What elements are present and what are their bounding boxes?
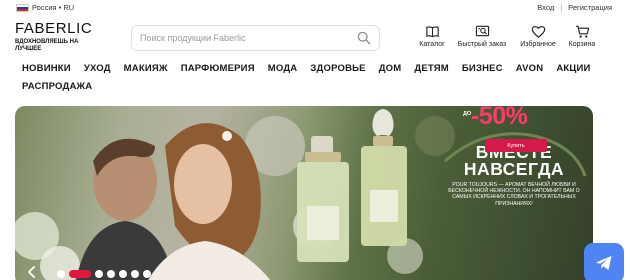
slider-dot[interactable]	[95, 270, 103, 278]
register-link[interactable]: Регистрация	[568, 3, 612, 12]
catalog-button[interactable]: Каталог	[415, 24, 449, 48]
quick-order-label: Быстрый заказ	[457, 41, 507, 48]
telegram-icon	[596, 256, 612, 270]
telegram-button[interactable]	[584, 243, 624, 280]
favorites-label: Избранное	[520, 41, 556, 48]
russia-flag-icon	[16, 3, 29, 12]
nav-row-1: НОВИНКИ УХОД МАКИЯЖ ПАРФЮМЕРИЯ МОДА ЗДОР…	[22, 61, 602, 75]
nav-item-zdorove[interactable]: ЗДОРОВЬЕ	[310, 63, 365, 74]
slider-dots	[57, 270, 151, 278]
slider-dot[interactable]	[143, 270, 151, 278]
nav-item-dom[interactable]: ДОМ	[379, 63, 402, 74]
nav-row-2: РАСПРОДАЖА	[22, 79, 602, 93]
logo-text: FABERLIC	[15, 20, 93, 37]
main-nav: НОВИНКИ УХОД МАКИЯЖ ПАРФЮМЕРИЯ МОДА ЗДОР…	[22, 61, 602, 93]
slider-dot[interactable]	[107, 270, 115, 278]
region-selector[interactable]: Россия • RU	[16, 3, 74, 12]
auth-separator: |	[560, 3, 563, 12]
promo-text: ВМЕСТЕ НАВСЕГДА POUR TOUJOURS — АРОМАТ В…	[443, 143, 585, 207]
slider-dot[interactable]	[57, 270, 65, 278]
nav-item-moda[interactable]: МОДА	[268, 63, 298, 74]
slider-dot[interactable]	[119, 270, 127, 278]
nav-item-detyam[interactable]: ДЕТЯМ	[414, 63, 449, 74]
catalog-label: Каталог	[419, 41, 445, 48]
sale-value: -50%	[471, 102, 528, 130]
favorites-button[interactable]: Избранное	[515, 24, 561, 48]
auth-links: Вход | Регистрация	[537, 3, 612, 12]
nav-item-novinki[interactable]: НОВИНКИ	[22, 63, 71, 74]
book-icon	[425, 26, 439, 38]
search-box[interactable]: Поиск продукции Faberlic	[131, 25, 380, 51]
header-tools: Каталог Быстрый заказ Избранное Корзина	[415, 24, 599, 48]
cart-label: Корзина	[568, 41, 596, 48]
nav-item-makiyazh[interactable]: МАКИЯЖ	[124, 63, 168, 74]
nav-item-parfyumeriya[interactable]: ПАРФЮМЕРИЯ	[181, 63, 255, 74]
nav-item-avon[interactable]: AVON	[516, 63, 544, 74]
cart-icon	[575, 25, 589, 38]
nav-item-biznes[interactable]: БИЗНЕС	[462, 63, 503, 74]
logo[interactable]: FABERLIC ВДОХНОВЛЯЕШЬ НА ЛУЧШЕЕ	[15, 21, 92, 53]
region-label: Россия • RU	[32, 3, 75, 12]
nav-item-uhod[interactable]: УХОД	[84, 63, 111, 74]
top-bar: Россия • RU Вход | Регистрация	[0, 0, 630, 16]
promo-banner[interactable]: ВМЕСТЕ НАВСЕГДА POUR TOUJOURS — АРОМАТ В…	[15, 106, 593, 280]
quick-order-button[interactable]: Быстрый заказ	[452, 24, 512, 48]
logo-tagline: ВДОХНОВЛЯЕШЬ НА ЛУЧШЕЕ	[15, 39, 79, 52]
promo-description: POUR TOUJOURS — АРОМАТ ВЕЧНОЙ ЛЮБВИ И БЕ…	[448, 182, 580, 207]
quick-order-icon	[475, 25, 489, 37]
promo-title-line2: НАВСЕГДА	[463, 159, 565, 179]
search-icon[interactable]	[357, 31, 371, 45]
nav-item-aktsii[interactable]: АКЦИИ	[556, 63, 590, 74]
chevron-left-icon[interactable]	[27, 266, 36, 278]
search-input[interactable]: Поиск продукции Faberlic	[140, 33, 246, 43]
cart-button[interactable]: Корзина	[565, 24, 599, 48]
slider-dot-active[interactable]	[69, 270, 91, 278]
slider-dot[interactable]	[131, 270, 139, 278]
login-link[interactable]: Вход	[537, 3, 554, 12]
nav-item-rasprodazha[interactable]: РАСПРОДАЖА	[22, 81, 92, 92]
buy-button[interactable]: Купить	[485, 139, 547, 152]
heart-icon	[531, 26, 545, 38]
